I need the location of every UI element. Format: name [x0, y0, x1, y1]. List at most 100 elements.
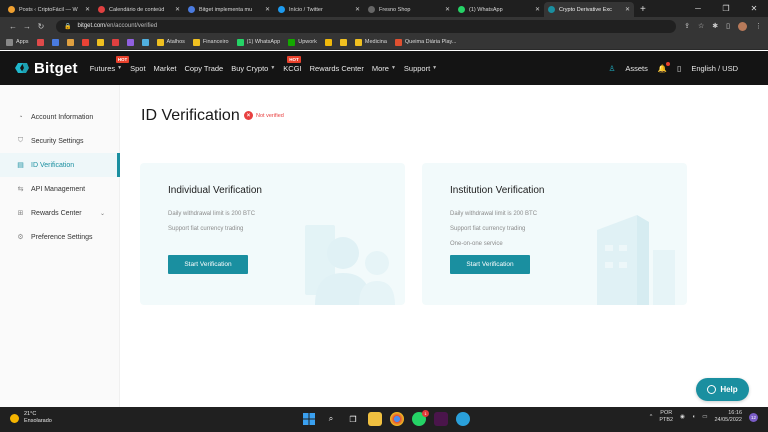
- bookmark-icon: [394, 38, 402, 46]
- new-tab-button[interactable]: +: [640, 2, 646, 17]
- bookmark-item[interactable]: [126, 38, 134, 46]
- bookmark-item[interactable]: Atalhos: [156, 38, 185, 46]
- chrome-icon[interactable]: [390, 412, 404, 426]
- tab-close-icon[interactable]: ✕: [535, 6, 540, 13]
- window-controls: ─ ❐ ✕: [684, 0, 768, 17]
- nav-item-kcgi[interactable]: KCGI HOT: [283, 55, 302, 73]
- whatsapp-icon[interactable]: 1: [412, 410, 429, 426]
- back-icon[interactable]: ←: [6, 22, 20, 31]
- windows-start-icon[interactable]: [302, 412, 316, 426]
- bookmark-item[interactable]: Upwork: [288, 38, 317, 46]
- bookmark-item[interactable]: [51, 38, 59, 46]
- browser-tab[interactable]: Início / Twitter ✕: [274, 2, 364, 17]
- lock-icon: 🔒: [64, 23, 72, 30]
- bookmark-item[interactable]: [66, 38, 74, 46]
- bookmark-item[interactable]: (1) WhatsApp: [236, 38, 280, 46]
- nav-label: Copy Trade: [184, 63, 224, 73]
- bookmark-item[interactable]: [111, 38, 119, 46]
- bookmark-icon: [81, 38, 89, 46]
- minimize-icon[interactable]: ─: [684, 0, 712, 17]
- tab-favicon-icon: [368, 6, 375, 13]
- telegram-icon[interactable]: [456, 412, 470, 426]
- slack-icon[interactable]: [434, 412, 448, 426]
- restore-icon[interactable]: ❐: [712, 0, 740, 17]
- bookmark-item[interactable]: [324, 38, 332, 46]
- browser-tab[interactable]: Calendário de conteúd ✕: [94, 2, 184, 17]
- sidepanel-icon[interactable]: ▯: [726, 22, 730, 30]
- nav-item-market[interactable]: Market: [154, 64, 177, 73]
- volume-icon[interactable]: ◖: [692, 414, 695, 420]
- sidebar-item-rewards-center[interactable]: ⊞ Rewards Center ⌄: [0, 201, 119, 225]
- browser-tab[interactable]: Bitget implementa mu ✕: [184, 2, 274, 17]
- profile-avatar[interactable]: [738, 21, 747, 31]
- extensions-icon[interactable]: ✱: [712, 22, 718, 30]
- url-input[interactable]: 🔒 bitget.com /en/account/verified: [56, 19, 676, 33]
- browser-tab[interactable]: Crypto Derivative Exc ✕: [544, 2, 634, 17]
- nav-item-buy-crypto[interactable]: Buy Crypto ▼: [231, 64, 275, 73]
- file-explorer-icon[interactable]: [368, 412, 382, 426]
- chevron-up-icon[interactable]: ^: [650, 414, 653, 420]
- nav-item-support[interactable]: Support ▼: [404, 64, 437, 73]
- mobile-app-icon[interactable]: ▯: [677, 64, 681, 73]
- sidebar-item-api-management[interactable]: ⇆ API Management: [0, 177, 119, 201]
- browser-tab[interactable]: Posts ‹ CriptoFácil — W ✕: [4, 2, 94, 17]
- tab-favicon-icon: [188, 6, 195, 13]
- bookmark-icon: [324, 38, 332, 46]
- input-language[interactable]: POR PTB2: [659, 410, 673, 424]
- share-icon[interactable]: ⇪: [684, 22, 690, 30]
- chevron-down-icon: ▼: [390, 65, 396, 71]
- bookmark-item[interactable]: [96, 38, 104, 46]
- tab-close-icon[interactable]: ✕: [85, 6, 90, 13]
- assets-link[interactable]: Assets: [625, 64, 648, 73]
- sidebar-item-label: Security Settings: [31, 137, 84, 145]
- battery-icon[interactable]: ▭: [702, 414, 707, 420]
- bitget-logo[interactable]: Bitget: [14, 60, 78, 77]
- task-view-icon[interactable]: ❐: [346, 412, 360, 426]
- help-button[interactable]: Help: [696, 378, 749, 401]
- card-feature: Daily withdrawal limit is 200 BTC: [450, 211, 538, 217]
- sidebar-item-account-information[interactable]: ◔ Account Information: [0, 105, 119, 129]
- tab-close-icon[interactable]: ✕: [355, 6, 360, 13]
- bookmark-item[interactable]: Medicina: [354, 38, 387, 46]
- sidebar-item-security-settings[interactable]: ⛉ Security Settings: [0, 129, 119, 153]
- bookmark-item[interactable]: [141, 38, 149, 46]
- sidebar-item-id-verification[interactable]: ▤ ID Verification: [0, 153, 120, 177]
- time: 16:16: [728, 410, 742, 416]
- language-currency-selector[interactable]: English / USD: [691, 64, 738, 73]
- nav-item-copy-trade[interactable]: Copy Trade: [184, 64, 223, 73]
- start-individual-verification-button[interactable]: Start Verification: [168, 255, 248, 274]
- wifi-icon[interactable]: ◉: [680, 414, 685, 420]
- bookmark-item[interactable]: [36, 38, 44, 46]
- browser-tab[interactable]: (1) WhatsApp ✕: [454, 2, 544, 17]
- nav-item-rewards-center[interactable]: Rewards Center: [310, 64, 364, 73]
- tab-close-icon[interactable]: ✕: [175, 6, 180, 13]
- bookmark-item[interactable]: [81, 38, 89, 46]
- browser-tab[interactable]: Fresno Shop ✕: [364, 2, 454, 17]
- bookmark-item[interactable]: Financeiro: [192, 38, 229, 46]
- notification-bell-icon[interactable]: 🔔: [658, 61, 671, 73]
- sidebar-item-preference-settings[interactable]: ⚙ Preference Settings: [0, 225, 119, 249]
- search-icon[interactable]: ⌕: [324, 412, 338, 426]
- nav-item-more[interactable]: More ▼: [372, 64, 396, 73]
- chevron-down-icon: ▼: [117, 65, 123, 71]
- clock[interactable]: 16:16 24/05/2022: [714, 410, 742, 424]
- nav-item-spot[interactable]: Spot: [130, 64, 145, 73]
- tab-close-icon[interactable]: ✕: [265, 6, 270, 13]
- tab-title: Posts ‹ CriptoFácil — W: [19, 6, 78, 13]
- reload-icon[interactable]: ↻: [34, 22, 48, 31]
- nav-item-futures[interactable]: Futures ▼ HOT: [90, 55, 130, 73]
- tab-close-icon[interactable]: ✕: [445, 6, 450, 13]
- start-institution-verification-button[interactable]: Start Verification: [450, 255, 530, 274]
- browser-menu-icon[interactable]: ⋮: [755, 22, 762, 30]
- notification-center-badge[interactable]: 12: [749, 412, 758, 422]
- tab-close-icon[interactable]: ✕: [625, 6, 630, 13]
- user-icon[interactable]: ♙: [609, 64, 616, 73]
- bookmark-item[interactable]: Queima Diária Play...: [394, 38, 456, 46]
- forward-icon[interactable]: →: [20, 22, 34, 31]
- close-window-icon[interactable]: ✕: [740, 0, 768, 17]
- weather-widget[interactable]: 21°C Ensolarado: [10, 411, 52, 425]
- keyboard-layout: PTB2: [659, 417, 674, 423]
- bookmark-item[interactable]: [339, 38, 347, 46]
- bookmark-star-icon[interactable]: ☆: [698, 22, 704, 30]
- bookmark-item[interactable]: Apps: [6, 38, 29, 46]
